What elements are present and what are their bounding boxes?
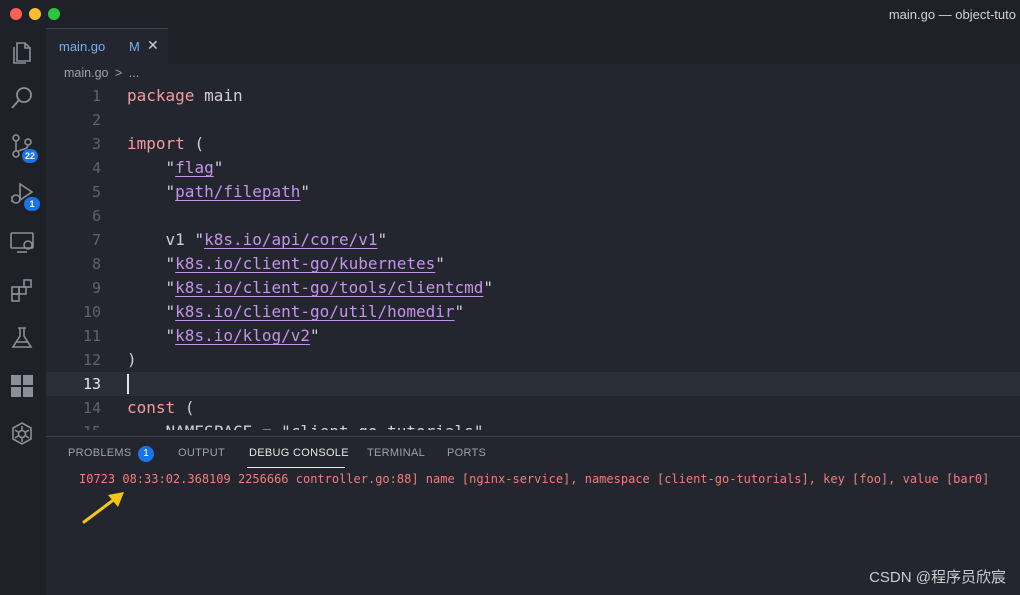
code-line: 9 "k8s.io/client-go/tools/clientcmd" xyxy=(46,276,1020,300)
paren: ) xyxy=(127,350,137,369)
breadcrumb-separator: > xyxy=(114,66,123,80)
watermark: CSDN @程序员欣宸 xyxy=(869,569,1006,586)
import-alias: v1 xyxy=(165,230,185,249)
code-editor[interactable]: 1 package main 2 3 import ( 4 "flag" 5 "… xyxy=(46,84,1020,430)
tab-terminal[interactable]: TERMINAL xyxy=(367,447,425,459)
search-icon[interactable] xyxy=(8,84,38,114)
code-line: 14 const ( xyxy=(46,396,1020,420)
keyword: package xyxy=(127,86,195,105)
code-line: 15 NAMESPACE = "client-go-tutorials" xyxy=(46,420,1020,430)
active-tab-indicator xyxy=(247,467,345,468)
minimize-window-button[interactable] xyxy=(29,8,41,20)
line-number: 8 xyxy=(91,255,101,273)
problems-badge: 1 xyxy=(138,446,154,462)
quote: " xyxy=(165,158,176,177)
line-number: 14 xyxy=(82,399,101,417)
code-line: 8 "k8s.io/client-go/kubernetes" xyxy=(46,252,1020,276)
paren: ( xyxy=(194,134,205,153)
code-line: 11 "k8s.io/klog/v2" xyxy=(46,324,1020,348)
import-path[interactable]: k8s.io/klog/v2 xyxy=(175,326,310,345)
text-cursor xyxy=(127,374,129,394)
line-number: 9 xyxy=(91,279,101,297)
line-number: 7 xyxy=(91,231,101,249)
modified-indicator: M xyxy=(129,39,140,54)
quote: " xyxy=(377,230,388,249)
import-path[interactable]: path/filepath xyxy=(175,182,300,201)
quote: " xyxy=(165,254,176,273)
tab-main-go[interactable]: main.go M ✕ xyxy=(46,28,168,64)
line-number: 11 xyxy=(82,327,101,345)
line-number: 4 xyxy=(91,159,101,177)
grid-icon[interactable] xyxy=(8,372,38,402)
line-number: 3 xyxy=(91,135,101,153)
breadcrumb-file[interactable]: main.go xyxy=(64,66,108,80)
breadcrumb-rest[interactable]: ... xyxy=(129,66,139,80)
line-number: 12 xyxy=(82,351,101,369)
import-path[interactable]: k8s.io/client-go/kubernetes xyxy=(175,254,435,273)
paren: ( xyxy=(184,398,195,417)
explorer-icon[interactable] xyxy=(8,38,38,68)
extensions-icon[interactable] xyxy=(8,276,38,306)
annotation-arrow-icon xyxy=(82,492,124,524)
line-number: 1 xyxy=(91,87,101,105)
remote-explorer-icon[interactable] xyxy=(8,228,38,258)
quote: " xyxy=(454,302,465,321)
quote: " xyxy=(194,230,205,249)
close-tab-icon[interactable]: ✕ xyxy=(147,37,159,54)
quote: " xyxy=(165,182,176,201)
tab-problems[interactable]: PROBLEMS xyxy=(68,447,132,459)
line-number: 5 xyxy=(91,183,101,201)
quote: " xyxy=(213,158,224,177)
quote: " xyxy=(300,182,311,201)
import-path[interactable]: k8s.io/api/core/v1 xyxy=(204,230,377,249)
quote: " xyxy=(165,278,176,297)
code-line: 4 "flag" xyxy=(46,156,1020,180)
import-path[interactable]: flag xyxy=(175,158,214,177)
run-debug-badge: 1 xyxy=(24,197,40,211)
activity-bar: 22 1 xyxy=(0,28,46,595)
code-line: 1 package main xyxy=(46,84,1020,108)
quote: " xyxy=(435,254,445,273)
line-number: 13 xyxy=(82,375,101,393)
import-path[interactable]: k8s.io/client-go/util/homedir xyxy=(175,302,454,321)
code-line: 6 xyxy=(46,204,1020,228)
string-literal: "client-go-tutorials" xyxy=(281,422,483,430)
quote: " xyxy=(483,278,494,297)
line-number: 10 xyxy=(82,303,101,321)
source-control-badge: 22 xyxy=(22,149,39,163)
code-line: 5 "path/filepath" xyxy=(46,180,1020,204)
import-path[interactable]: k8s.io/client-go/tools/clientcmd xyxy=(175,278,483,297)
close-window-button[interactable] xyxy=(10,8,22,20)
line-number: 2 xyxy=(91,111,101,129)
tab-debug-console[interactable]: DEBUG CONSOLE xyxy=(249,447,349,459)
tab-label: main.go xyxy=(59,39,106,54)
keyword: const xyxy=(127,398,176,417)
code-line: 7 v1 "k8s.io/api/core/v1" xyxy=(46,228,1020,252)
operator: = xyxy=(262,422,272,430)
kubernetes-icon[interactable] xyxy=(8,420,38,450)
tab-bar: main.go M ✕ xyxy=(46,28,1020,64)
quote: " xyxy=(165,302,176,321)
current-code-line: 13 xyxy=(46,372,1020,396)
testing-icon[interactable] xyxy=(8,324,38,354)
code-line: 10 "k8s.io/client-go/util/homedir" xyxy=(46,300,1020,324)
code-line: 3 import ( xyxy=(46,132,1020,156)
identifier: NAMESPACE xyxy=(166,422,253,430)
tab-ports[interactable]: PORTS xyxy=(447,447,486,459)
window-title: main.go — object-tuto xyxy=(888,7,1016,22)
console-output-line[interactable]: I0723 08:33:02.368109 2256666 controller… xyxy=(79,472,989,486)
identifier: main xyxy=(204,86,243,105)
breadcrumb: main.go > ... xyxy=(64,66,139,84)
tab-output[interactable]: OUTPUT xyxy=(178,447,225,459)
line-number: 6 xyxy=(91,207,101,225)
title-bar: main.go — object-tuto xyxy=(0,0,1020,28)
maximize-window-button[interactable] xyxy=(48,8,60,20)
code-line: 12 ) xyxy=(46,348,1020,372)
quote: " xyxy=(165,326,176,345)
quote: " xyxy=(310,326,320,345)
line-number: 15 xyxy=(46,420,101,430)
keyword: import xyxy=(127,134,185,153)
code-line: 2 xyxy=(46,108,1020,132)
